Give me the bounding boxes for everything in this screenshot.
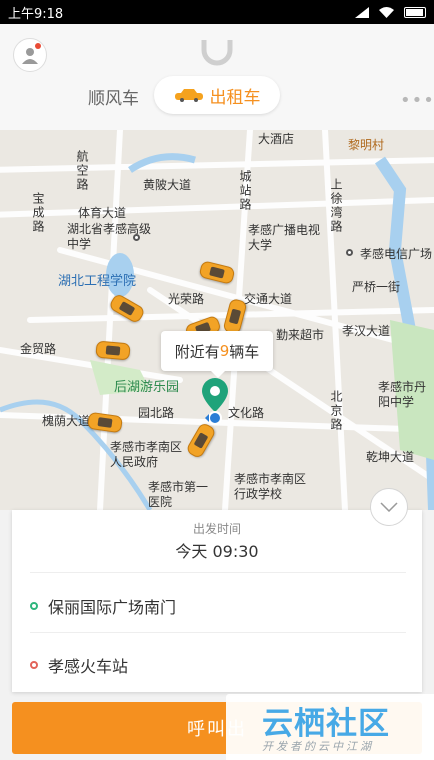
tab-taxi[interactable]: 出租车 xyxy=(154,76,280,114)
taxi-marker xyxy=(95,340,131,361)
map-label: 严桥一街 xyxy=(352,280,401,294)
destination-dot-icon xyxy=(30,661,38,669)
location-pin-icon[interactable] xyxy=(201,378,229,426)
map-label: 航空路 xyxy=(75,150,89,192)
trip-panel: 出发时间 今天 09:30 保丽国际广场南门 孝感火车站 xyxy=(12,510,422,692)
signal-icon xyxy=(355,6,369,18)
map-label: 文化路 xyxy=(228,406,265,420)
map-label: 上徐湾路 xyxy=(329,178,343,234)
map-label: 黎明村 xyxy=(348,138,385,152)
destination-text: 孝感火车站 xyxy=(48,657,129,676)
departure-time-label: 出发时间 xyxy=(192,522,241,536)
map-label: 湖北工程学院 xyxy=(58,274,137,289)
map[interactable]: 大酒店 黎明村 航空路 黄陂大道 城站路 上徐湾路 宝成路 体育大道 湖北省孝感… xyxy=(0,130,434,510)
map-label: 北京路 xyxy=(329,390,343,432)
map-label: 孝感广播电视大学 xyxy=(248,223,321,252)
watermark-subtitle: 开发者的云中江湖 xyxy=(262,740,374,753)
tab-shunfeng[interactable]: 顺风车 xyxy=(88,84,139,109)
divider xyxy=(30,572,406,573)
map-label: 孝感市第一医院 xyxy=(148,480,209,509)
nearby-count: 9 xyxy=(219,342,230,360)
map-label: 勤来超市 xyxy=(276,328,325,342)
service-tabs: 顺风车 出租车 ••• xyxy=(0,76,434,116)
map-label: 孝汉大道 xyxy=(342,324,391,338)
destination-field[interactable]: 孝感火车站 xyxy=(30,653,128,677)
more-button[interactable]: ••• xyxy=(400,90,434,111)
notification-dot xyxy=(35,43,41,49)
map-label: 乾坤大道 xyxy=(366,450,415,464)
map-label: 孝感电信广场 xyxy=(360,247,433,261)
status-bar: 上午9:18 xyxy=(0,0,434,24)
map-label: 槐荫大道 xyxy=(42,414,91,428)
map-label: 城站路 xyxy=(238,170,252,212)
poi-marker xyxy=(346,249,353,256)
didi-logo-icon xyxy=(201,40,233,66)
departure-time-value: 今天 09:30 xyxy=(175,542,259,561)
watermark: 云栖社区 开发者的云中江湖 xyxy=(226,694,434,760)
map-label: 体育大道 xyxy=(78,206,127,220)
origin-text: 保丽国际广场南门 xyxy=(48,598,177,617)
origin-dot-icon xyxy=(30,602,38,610)
map-label: 交通大道 xyxy=(244,292,293,306)
tab-taxi-label: 出租车 xyxy=(209,87,261,108)
battery-icon xyxy=(404,6,426,18)
map-label: 孝感市丹阳中学 xyxy=(378,380,427,409)
taxi-icon xyxy=(174,89,203,102)
map-label: 黄陂大道 xyxy=(143,178,192,192)
map-label: 金贸路 xyxy=(20,342,57,356)
map-label: 光荣路 xyxy=(168,292,205,306)
watermark-title: 云栖社区 xyxy=(262,706,390,742)
map-label: 宝成路 xyxy=(31,192,45,234)
map-label: 孝感市孝南区行政学校 xyxy=(234,472,307,501)
map-label: 孝感市孝南区人民政府 xyxy=(110,440,183,469)
wifi-icon xyxy=(379,6,394,18)
map-label: 后湖游乐园 xyxy=(114,380,180,395)
poi-marker xyxy=(133,234,140,241)
profile-button[interactable] xyxy=(13,38,47,72)
map-label: 园北路 xyxy=(138,406,175,420)
nearby-suffix: 辆车 xyxy=(229,342,260,361)
origin-field[interactable]: 保丽国际广场南门 xyxy=(30,594,176,618)
status-icons xyxy=(355,6,426,18)
status-time: 上午9:18 xyxy=(8,6,64,22)
header: 顺风车 出租车 ••• xyxy=(0,24,434,130)
nearby-cars-bubble: 附近有 9 辆车 xyxy=(161,331,273,378)
divider xyxy=(30,632,406,633)
chevron-down-icon xyxy=(380,502,398,512)
map-label: 大酒店 xyxy=(258,132,295,146)
nearby-prefix: 附近有 xyxy=(174,342,220,361)
collapse-button[interactable] xyxy=(370,488,408,526)
